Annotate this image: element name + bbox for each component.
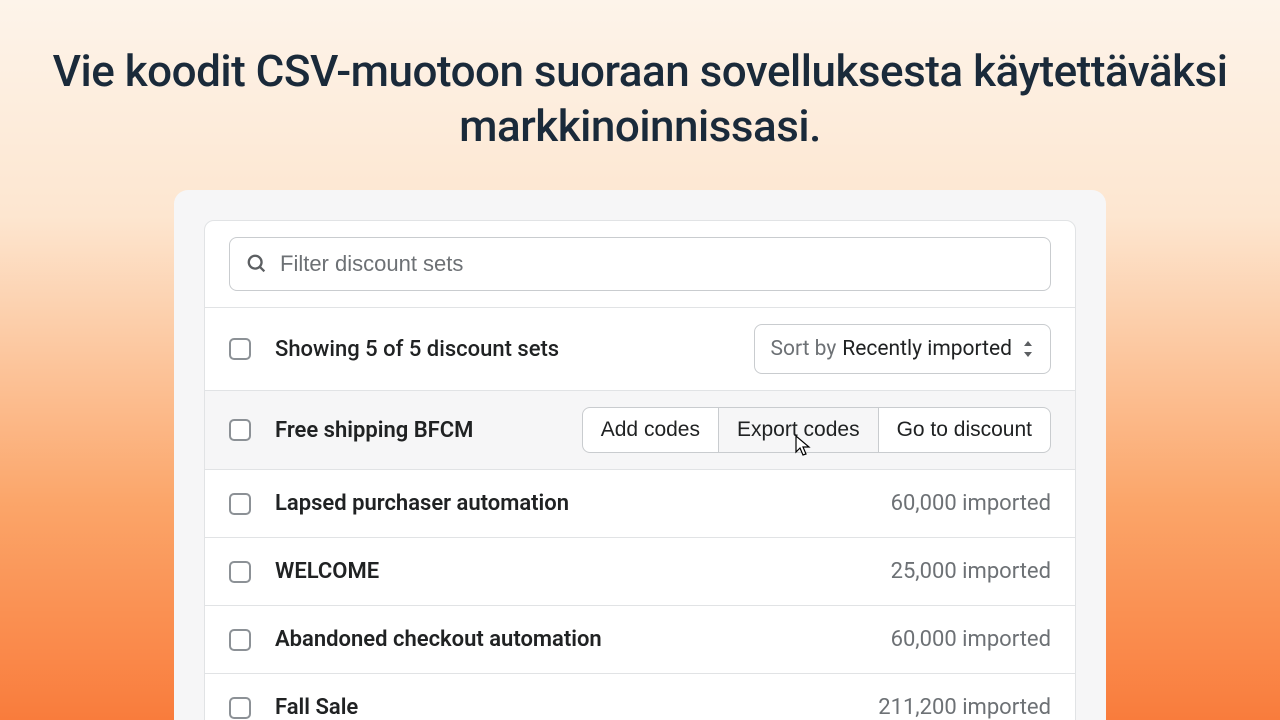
search-field[interactable] — [229, 237, 1051, 291]
row-checkbox[interactable] — [229, 419, 251, 441]
search-input[interactable] — [280, 251, 1034, 277]
row-name: Fall Sale — [275, 695, 358, 720]
row-status: 25,000 imported — [891, 559, 1051, 584]
app-card: Showing 5 of 5 discount sets Sort by Rec… — [174, 190, 1106, 720]
row-status: 211,200 imported — [878, 695, 1051, 720]
row-actions: Add codes Export codes Go to discount — [582, 407, 1051, 453]
search-icon — [246, 253, 268, 275]
add-codes-button[interactable]: Add codes — [582, 407, 719, 453]
discount-panel: Showing 5 of 5 discount sets Sort by Rec… — [204, 220, 1076, 720]
row-name: Abandoned checkout automation — [275, 627, 602, 652]
export-codes-button[interactable]: Export codes — [719, 407, 879, 453]
row-checkbox[interactable] — [229, 493, 251, 515]
page-heading: Vie koodit CSV-muotoon suoraan sovelluks… — [0, 0, 1280, 154]
row-checkbox[interactable] — [229, 697, 251, 719]
row-name: WELCOME — [275, 559, 379, 584]
summary-text: Showing 5 of 5 discount sets — [275, 337, 559, 362]
select-all-checkbox[interactable] — [229, 338, 251, 360]
sort-value: Recently imported — [842, 337, 1012, 361]
search-wrap — [205, 221, 1075, 307]
table-row[interactable]: Lapsed purchaser automation 60,000 impor… — [205, 469, 1075, 537]
summary-row: Showing 5 of 5 discount sets Sort by Rec… — [205, 307, 1075, 390]
sort-select[interactable]: Sort by Recently imported — [754, 324, 1051, 374]
row-checkbox[interactable] — [229, 561, 251, 583]
sort-caret-icon — [1022, 341, 1034, 357]
row-checkbox[interactable] — [229, 629, 251, 651]
table-row[interactable]: Free shipping BFCM Add codes Export code… — [205, 390, 1075, 469]
table-row[interactable]: Fall Sale 211,200 imported — [205, 673, 1075, 720]
sort-prefix: Sort by — [771, 337, 837, 361]
row-status: 60,000 imported — [891, 627, 1051, 652]
table-row[interactable]: Abandoned checkout automation 60,000 imp… — [205, 605, 1075, 673]
go-to-discount-button[interactable]: Go to discount — [879, 407, 1051, 453]
row-status: 60,000 imported — [891, 491, 1051, 516]
row-name: Free shipping BFCM — [275, 418, 473, 443]
row-name: Lapsed purchaser automation — [275, 491, 569, 516]
table-row[interactable]: WELCOME 25,000 imported — [205, 537, 1075, 605]
